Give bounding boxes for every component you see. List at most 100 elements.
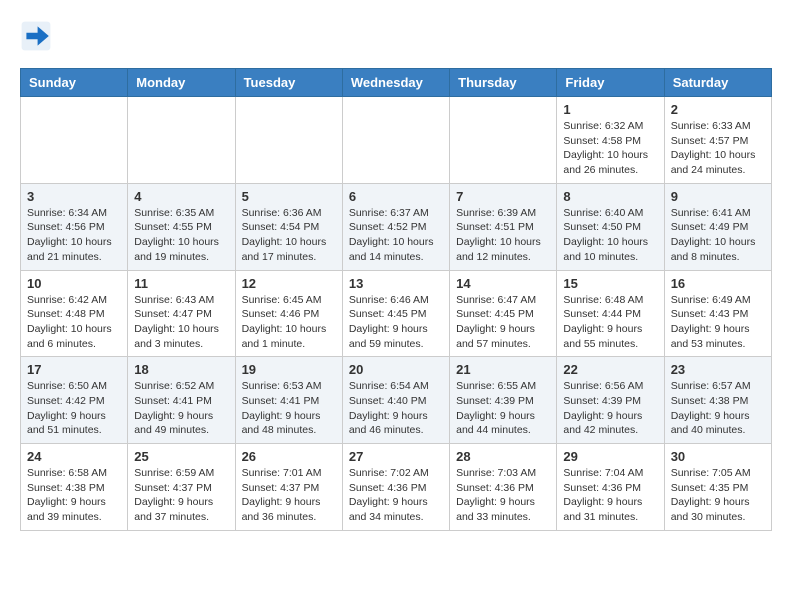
day-number: 9 (671, 189, 765, 204)
calendar-cell: 18 Sunrise: 6:52 AMSunset: 4:41 PMDayligh… (128, 357, 235, 444)
day-number: 17 (27, 362, 121, 377)
day-number: 6 (349, 189, 443, 204)
calendar-cell: 14 Sunrise: 6:47 AMSunset: 4:45 PMDayligh… (450, 270, 557, 357)
weekday-header-row: SundayMondayTuesdayWednesdayThursdayFrid… (21, 69, 772, 97)
calendar-cell: 13 Sunrise: 6:46 AMSunset: 4:45 PMDayligh… (342, 270, 449, 357)
calendar-cell: 11 Sunrise: 6:43 AMSunset: 4:47 PMDayligh… (128, 270, 235, 357)
calendar-cell: 1 Sunrise: 6:32 AMSunset: 4:58 PMDaylight… (557, 97, 664, 184)
calendar-cell: 22 Sunrise: 6:56 AMSunset: 4:39 PMDayligh… (557, 357, 664, 444)
calendar-cell: 3 Sunrise: 6:34 AMSunset: 4:56 PMDaylight… (21, 183, 128, 270)
calendar-table: SundayMondayTuesdayWednesdayThursdayFrid… (20, 68, 772, 531)
logo-icon (20, 20, 52, 52)
day-info: Sunrise: 6:50 AMSunset: 4:42 PMDaylight:… (27, 379, 121, 438)
page-header (20, 20, 772, 52)
day-info: Sunrise: 6:37 AMSunset: 4:52 PMDaylight:… (349, 206, 443, 265)
day-number: 12 (242, 276, 336, 291)
day-info: Sunrise: 6:55 AMSunset: 4:39 PMDaylight:… (456, 379, 550, 438)
day-info: Sunrise: 6:40 AMSunset: 4:50 PMDaylight:… (563, 206, 657, 265)
day-info: Sunrise: 6:52 AMSunset: 4:41 PMDaylight:… (134, 379, 228, 438)
calendar-cell (235, 97, 342, 184)
weekday-header-thursday: Thursday (450, 69, 557, 97)
day-info: Sunrise: 6:53 AMSunset: 4:41 PMDaylight:… (242, 379, 336, 438)
day-info: Sunrise: 6:32 AMSunset: 4:58 PMDaylight:… (563, 119, 657, 178)
day-info: Sunrise: 6:59 AMSunset: 4:37 PMDaylight:… (134, 466, 228, 525)
weekday-header-wednesday: Wednesday (342, 69, 449, 97)
day-info: Sunrise: 7:04 AMSunset: 4:36 PMDaylight:… (563, 466, 657, 525)
day-number: 21 (456, 362, 550, 377)
weekday-header-sunday: Sunday (21, 69, 128, 97)
calendar-cell (21, 97, 128, 184)
calendar-cell: 26 Sunrise: 7:01 AMSunset: 4:37 PMDayligh… (235, 444, 342, 531)
day-info: Sunrise: 6:36 AMSunset: 4:54 PMDaylight:… (242, 206, 336, 265)
day-number: 19 (242, 362, 336, 377)
day-info: Sunrise: 6:57 AMSunset: 4:38 PMDaylight:… (671, 379, 765, 438)
calendar-cell: 29Sunrise: 7:04 AMSunset: 4:36 PMDayligh… (557, 444, 664, 531)
day-info: Sunrise: 6:54 AMSunset: 4:40 PMDaylight:… (349, 379, 443, 438)
calendar-cell: 6 Sunrise: 6:37 AMSunset: 4:52 PMDaylight… (342, 183, 449, 270)
calendar-week-row: 24 Sunrise: 6:58 AMSunset: 4:38 PMDayligh… (21, 444, 772, 531)
day-info: Sunrise: 7:02 AMSunset: 4:36 PMDaylight:… (349, 466, 443, 525)
day-info: Sunrise: 6:58 AMSunset: 4:38 PMDaylight:… (27, 466, 121, 525)
calendar-cell (450, 97, 557, 184)
calendar-cell: 28 Sunrise: 7:03 AMSunset: 4:36 PMDayligh… (450, 444, 557, 531)
day-number: 26 (242, 449, 336, 464)
calendar-cell: 23 Sunrise: 6:57 AMSunset: 4:38 PMDayligh… (664, 357, 771, 444)
calendar-body: 1 Sunrise: 6:32 AMSunset: 4:58 PMDaylight… (21, 97, 772, 531)
day-info: Sunrise: 6:47 AMSunset: 4:45 PMDaylight:… (456, 293, 550, 352)
day-number: 18 (134, 362, 228, 377)
day-number: 24 (27, 449, 121, 464)
calendar-cell: 25 Sunrise: 6:59 AMSunset: 4:37 PMDayligh… (128, 444, 235, 531)
day-info: Sunrise: 6:35 AMSunset: 4:55 PMDaylight:… (134, 206, 228, 265)
day-info: Sunrise: 7:03 AMSunset: 4:36 PMDaylight:… (456, 466, 550, 525)
calendar-cell: 16 Sunrise: 6:49 AMSunset: 4:43 PMDayligh… (664, 270, 771, 357)
day-number: 10 (27, 276, 121, 291)
day-number: 25 (134, 449, 228, 464)
calendar-cell: 10Sunrise: 6:42 AMSunset: 4:48 PMDayligh… (21, 270, 128, 357)
day-info: Sunrise: 7:05 AMSunset: 4:35 PMDaylight:… (671, 466, 765, 525)
weekday-header-tuesday: Tuesday (235, 69, 342, 97)
calendar-cell: 8 Sunrise: 6:40 AMSunset: 4:50 PMDaylight… (557, 183, 664, 270)
calendar-cell (342, 97, 449, 184)
calendar-week-row: 17 Sunrise: 6:50 AMSunset: 4:42 PMDayligh… (21, 357, 772, 444)
day-number: 1 (563, 102, 657, 117)
day-number: 7 (456, 189, 550, 204)
day-number: 27 (349, 449, 443, 464)
day-info: Sunrise: 6:34 AMSunset: 4:56 PMDaylight:… (27, 206, 121, 265)
day-info: Sunrise: 6:56 AMSunset: 4:39 PMDaylight:… (563, 379, 657, 438)
day-info: Sunrise: 6:43 AMSunset: 4:47 PMDaylight:… (134, 293, 228, 352)
day-number: 11 (134, 276, 228, 291)
calendar-cell: 20Sunrise: 6:54 AMSunset: 4:40 PMDayligh… (342, 357, 449, 444)
day-number: 15 (563, 276, 657, 291)
day-number: 16 (671, 276, 765, 291)
day-info: Sunrise: 6:49 AMSunset: 4:43 PMDaylight:… (671, 293, 765, 352)
day-number: 28 (456, 449, 550, 464)
calendar-cell: 7 Sunrise: 6:39 AMSunset: 4:51 PMDaylight… (450, 183, 557, 270)
day-info: Sunrise: 6:45 AMSunset: 4:46 PMDaylight:… (242, 293, 336, 352)
calendar-header: SundayMondayTuesdayWednesdayThursdayFrid… (21, 69, 772, 97)
day-info: Sunrise: 6:48 AMSunset: 4:44 PMDaylight:… (563, 293, 657, 352)
day-info: Sunrise: 6:46 AMSunset: 4:45 PMDaylight:… (349, 293, 443, 352)
calendar-cell: 15 Sunrise: 6:48 AMSunset: 4:44 PMDayligh… (557, 270, 664, 357)
day-number: 4 (134, 189, 228, 204)
logo (20, 20, 56, 52)
calendar-cell (128, 97, 235, 184)
day-number: 5 (242, 189, 336, 204)
day-number: 8 (563, 189, 657, 204)
day-info: Sunrise: 7:01 AMSunset: 4:37 PMDaylight:… (242, 466, 336, 525)
day-info: Sunrise: 6:41 AMSunset: 4:49 PMDaylight:… (671, 206, 765, 265)
day-number: 30 (671, 449, 765, 464)
day-number: 13 (349, 276, 443, 291)
day-info: Sunrise: 6:39 AMSunset: 4:51 PMDaylight:… (456, 206, 550, 265)
day-number: 14 (456, 276, 550, 291)
day-number: 3 (27, 189, 121, 204)
calendar-week-row: 10Sunrise: 6:42 AMSunset: 4:48 PMDayligh… (21, 270, 772, 357)
day-number: 23 (671, 362, 765, 377)
day-number: 2 (671, 102, 765, 117)
calendar-cell: 5 Sunrise: 6:36 AMSunset: 4:54 PMDaylight… (235, 183, 342, 270)
calendar-cell: 17 Sunrise: 6:50 AMSunset: 4:42 PMDayligh… (21, 357, 128, 444)
calendar-cell: 2Sunrise: 6:33 AMSunset: 4:57 PMDaylight… (664, 97, 771, 184)
weekday-header-monday: Monday (128, 69, 235, 97)
calendar-week-row: 3 Sunrise: 6:34 AMSunset: 4:56 PMDaylight… (21, 183, 772, 270)
day-number: 22 (563, 362, 657, 377)
calendar-cell: 30 Sunrise: 7:05 AMSunset: 4:35 PMDayligh… (664, 444, 771, 531)
